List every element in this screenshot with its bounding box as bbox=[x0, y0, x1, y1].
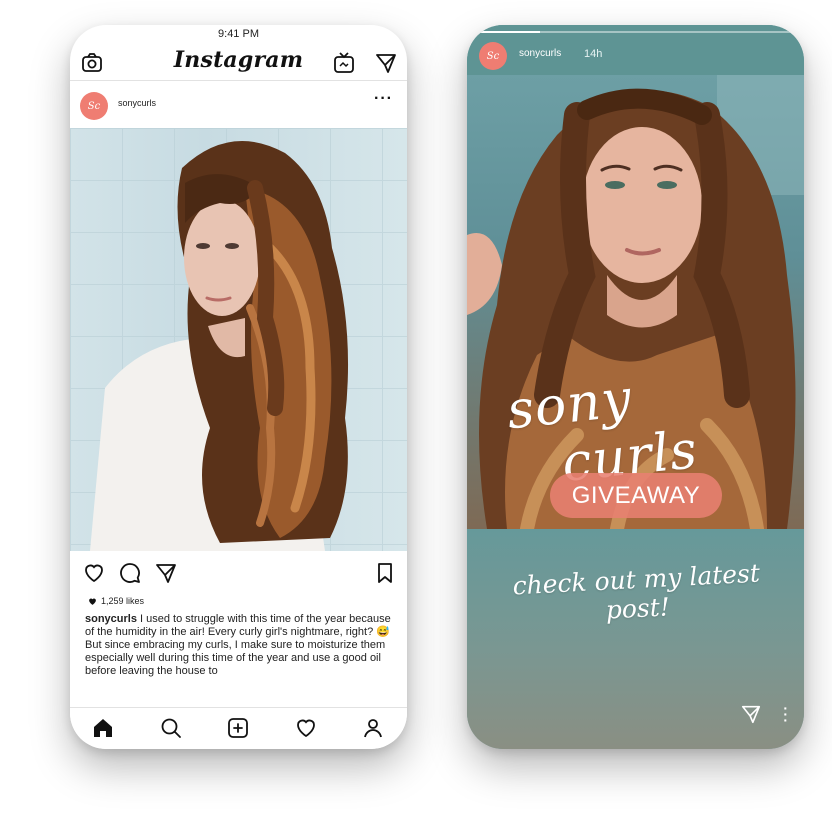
status-bar-time: 9:41 PM bbox=[218, 28, 259, 40]
heart-filled-icon bbox=[89, 598, 96, 605]
story-username[interactable]: sonycurls bbox=[519, 48, 561, 59]
story-more-options-icon[interactable]: · · · bbox=[783, 701, 788, 727]
home-icon[interactable] bbox=[91, 716, 115, 740]
post-actions bbox=[70, 561, 407, 589]
story-image[interactable]: sony curls bbox=[467, 75, 804, 529]
igtv-icon[interactable] bbox=[332, 51, 356, 75]
giveaway-badge: GIVEAWAY bbox=[550, 473, 722, 518]
activity-icon[interactable] bbox=[294, 716, 318, 740]
story-progress-bar bbox=[477, 31, 794, 33]
send-icon[interactable] bbox=[740, 703, 762, 725]
caption-username[interactable]: sonycurls bbox=[85, 613, 137, 625]
profile-icon[interactable] bbox=[361, 716, 385, 740]
avatar[interactable]: Sc bbox=[80, 92, 108, 120]
post-header: Sc sonycurls ··· bbox=[70, 88, 407, 128]
caption-more-text: But since embracing my curls, I make sur… bbox=[85, 639, 386, 677]
post-photo-illustration bbox=[90, 141, 349, 551]
bookmark-icon[interactable] bbox=[373, 561, 397, 585]
app-title: Instagram bbox=[173, 47, 304, 73]
story-header: Sc sonycurls 14h bbox=[467, 25, 804, 75]
instagram-feed-screen: 9:41 PM Instagram Sc sonycurls ··· 1,259… bbox=[70, 25, 407, 749]
story-timestamp: 14h bbox=[584, 48, 603, 60]
direct-message-icon[interactable] bbox=[374, 51, 398, 75]
bottom-navigation bbox=[70, 707, 407, 749]
new-post-icon[interactable] bbox=[226, 716, 250, 740]
post-caption: sonycurls I used to struggle with this t… bbox=[85, 613, 395, 695]
search-icon[interactable] bbox=[159, 716, 183, 740]
story-avatar[interactable]: Sc bbox=[479, 42, 507, 70]
app-header: Instagram bbox=[70, 43, 407, 81]
share-icon[interactable] bbox=[154, 561, 178, 585]
likes-count[interactable]: 1,259 likes bbox=[88, 596, 144, 606]
comment-icon[interactable] bbox=[118, 561, 142, 585]
post-username[interactable]: sonycurls bbox=[118, 98, 156, 108]
story-progress-fill bbox=[477, 31, 541, 33]
post-image[interactable] bbox=[70, 128, 407, 551]
likes-label: 1,259 likes bbox=[101, 596, 145, 606]
more-options-icon[interactable]: ··· bbox=[374, 90, 393, 108]
heart-icon[interactable] bbox=[82, 561, 106, 585]
instagram-story-screen: Sc sonycurls 14h sony curls GIVEAWAY che… bbox=[467, 25, 804, 749]
